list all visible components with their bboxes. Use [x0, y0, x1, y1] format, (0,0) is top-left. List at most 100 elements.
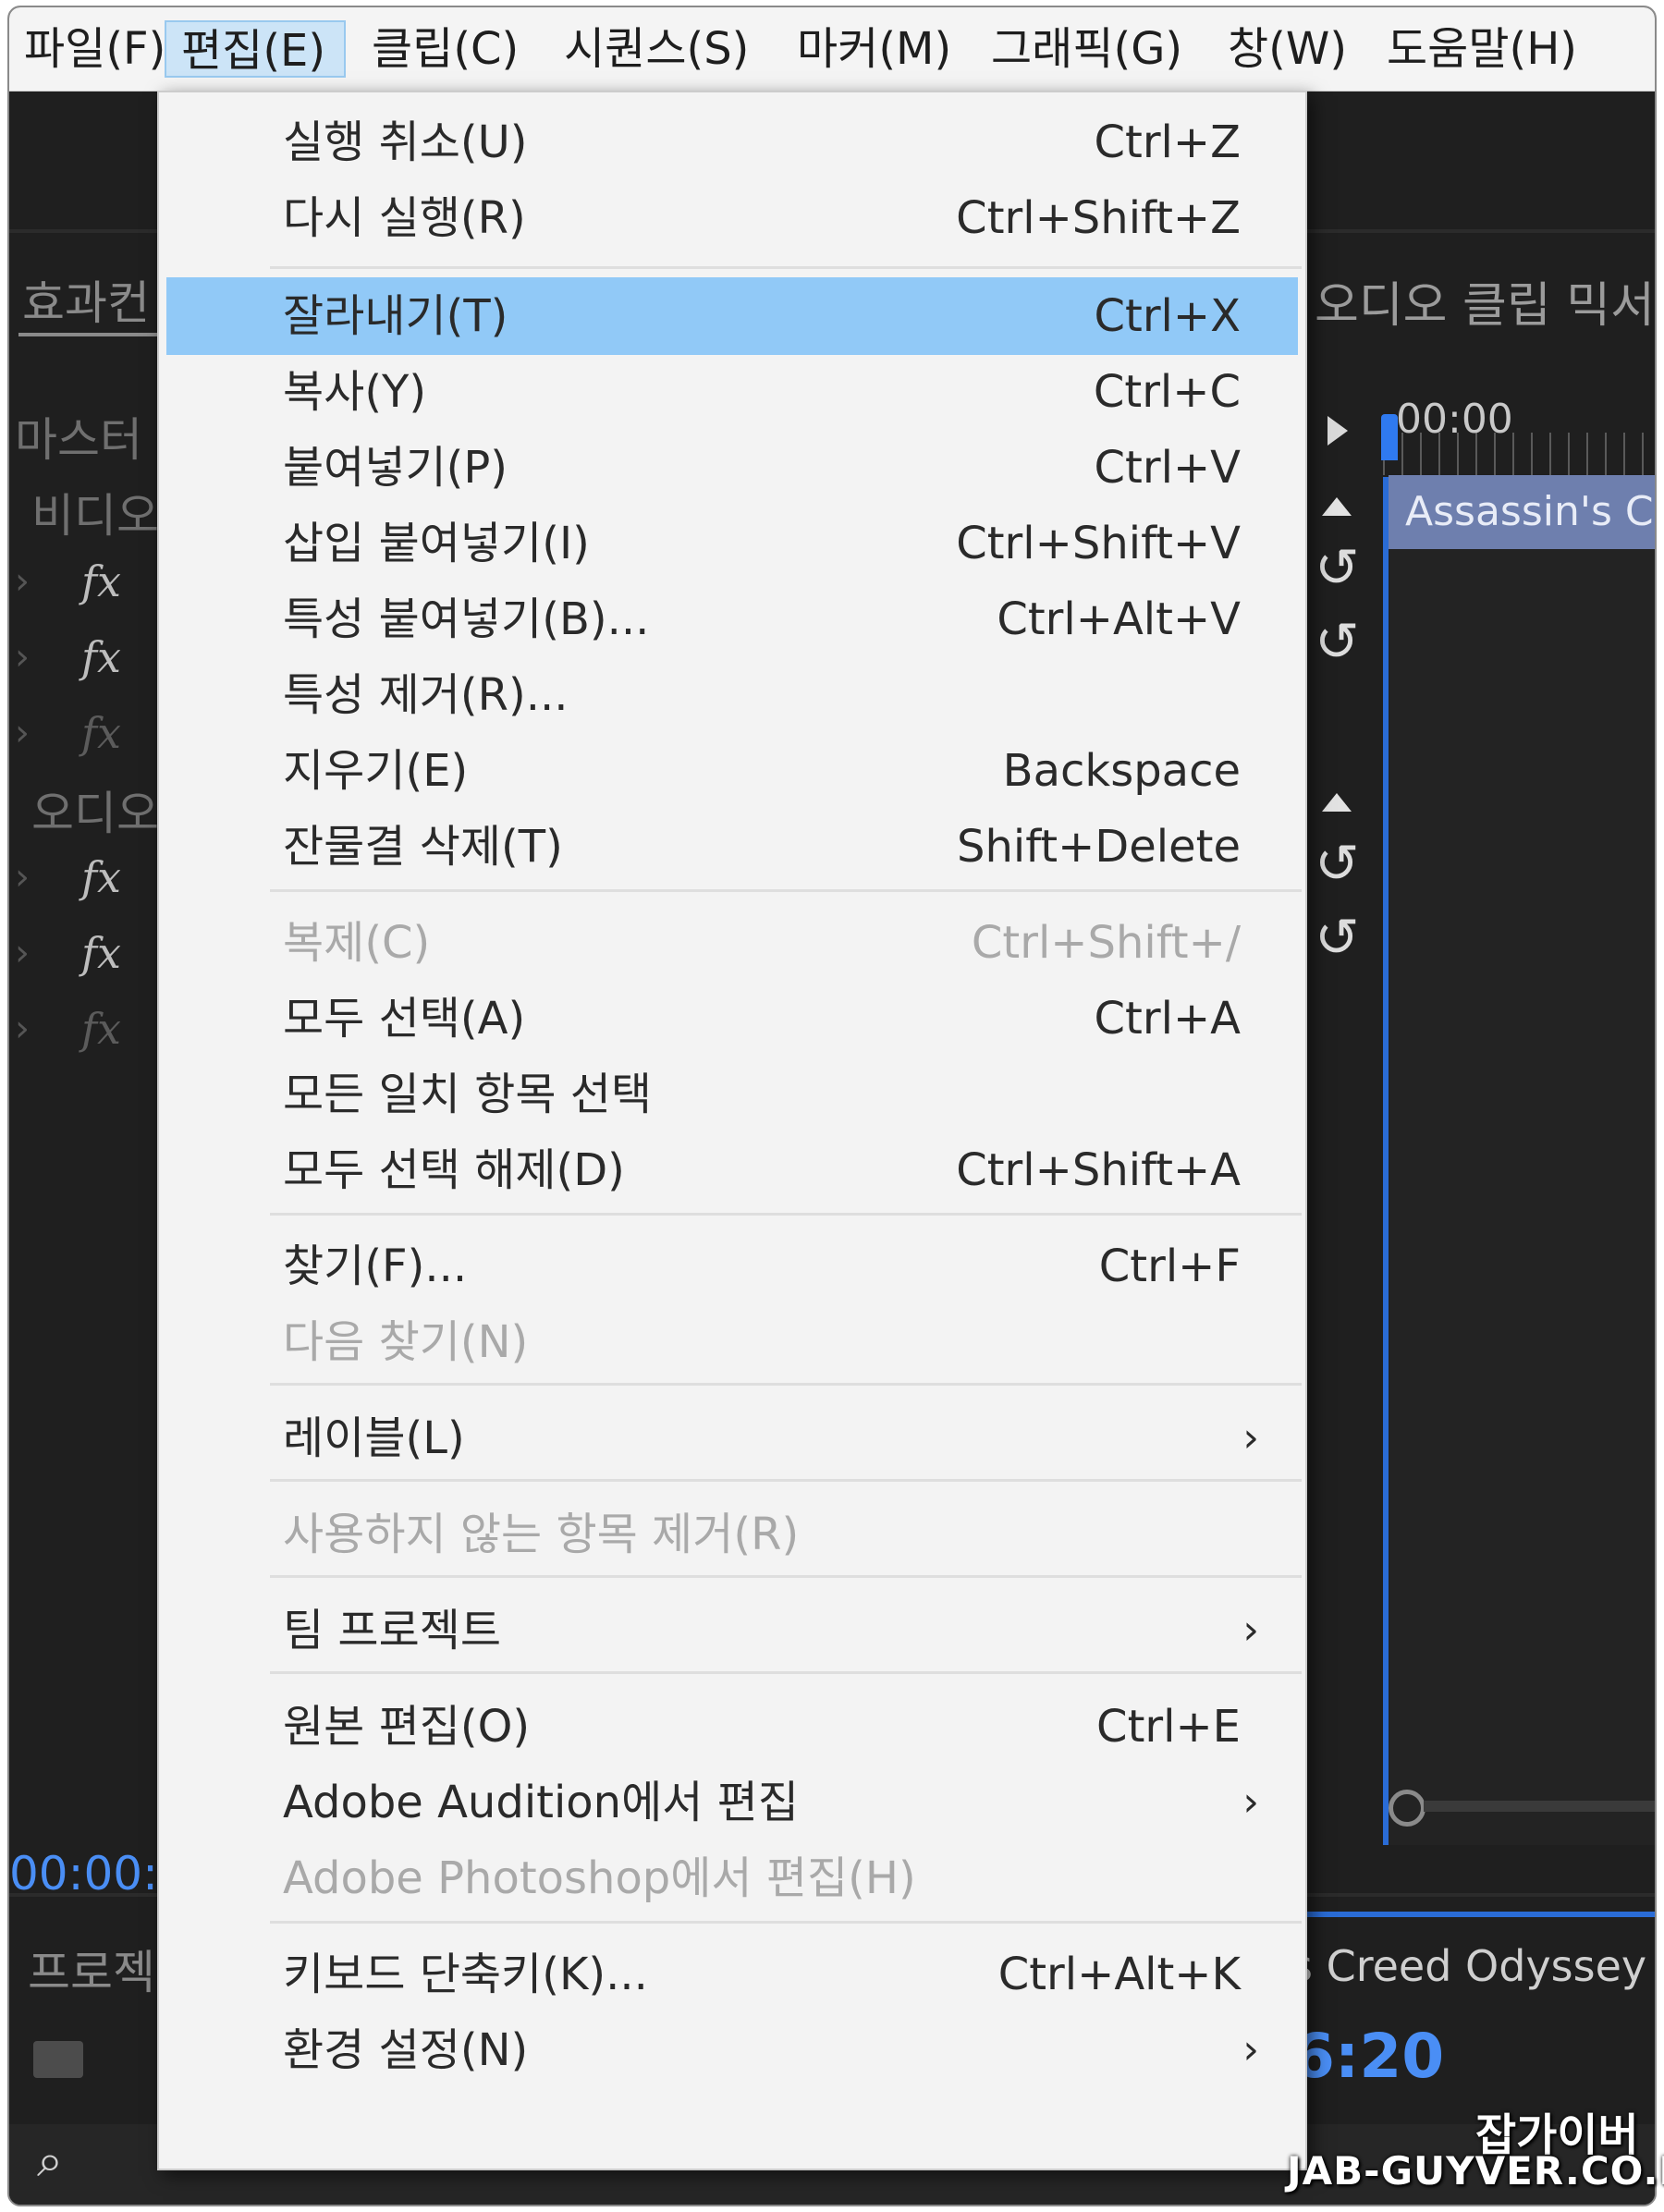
menu-item[interactable]: 팀 프로젝트 ›: [166, 1592, 1298, 1669]
tab-audio-clip-mixer[interactable]: 오디오 클립 믹서: [1315, 266, 1655, 336]
reset-icon[interactable]: ↺: [1315, 536, 1360, 599]
timeline-clip[interactable]: Assassin's Cre: [1389, 475, 1655, 549]
expand-chevron-icon[interactable]: ›: [15, 560, 30, 603]
zoom-handle[interactable]: [1389, 1790, 1425, 1827]
fx-icon: fx: [81, 708, 121, 758]
menu-item-label: Adobe Audition에서 편집: [283, 1777, 799, 1828]
menu-item[interactable]: 모두 선택 해제(D) Ctrl+Shift+A: [166, 1131, 1298, 1209]
menu-item-label: Adobe Photoshop에서 편집(H): [283, 1852, 916, 1904]
collapse-triangle-icon[interactable]: [1322, 497, 1352, 516]
reset-icon[interactable]: ↺: [1315, 906, 1360, 969]
menu-item[interactable]: 실행 취소(U) Ctrl+Z: [166, 104, 1298, 181]
play-icon[interactable]: [1328, 416, 1348, 446]
menu-item-label: 팀 프로젝트: [283, 1605, 502, 1656]
menu-item-label: 붙여넣기(P): [283, 442, 508, 494]
fx-icon: fx: [81, 556, 121, 606]
menu-item-shortcut: Ctrl+Shift+Z: [956, 192, 1241, 244]
time-ruler[interactable]: [1383, 433, 1655, 475]
menu-item-label: 환경 설정(N): [283, 2024, 529, 2076]
menu-item[interactable]: 붙여넣기(P) Ctrl+V: [166, 429, 1298, 507]
menu-sequence[interactable]: 시퀀스(S): [549, 20, 767, 78]
expand-chevron-icon[interactable]: ›: [15, 712, 30, 754]
menu-item-label: 찾기(F)...: [283, 1240, 468, 1292]
reset-icon[interactable]: ↺: [1315, 610, 1360, 673]
menu-separator: [270, 1213, 1302, 1216]
expand-chevron-icon[interactable]: ›: [15, 636, 30, 678]
menu-item[interactable]: 지우기(E) Backspace: [166, 732, 1298, 810]
menu-item[interactable]: Adobe Audition에서 편집 ›: [166, 1764, 1298, 1841]
menu-item[interactable]: 잔물결 삭제(T) Shift+Delete: [166, 808, 1298, 886]
tab-effects-controls[interactable]: 효과컨: [22, 266, 150, 333]
video-label: 비디오: [31, 489, 159, 543]
menu-separator: [270, 1671, 1302, 1674]
menu-item-shortcut: Ctrl+X: [1094, 290, 1241, 342]
expand-chevron-icon[interactable]: ›: [15, 856, 30, 898]
menu-item-shortcut: Ctrl+E: [1096, 1701, 1241, 1753]
menu-item[interactable]: 찾기(F)... Ctrl+F: [166, 1228, 1298, 1305]
app-window: 효과컨 마스터 비디오 › fx › fx › fx 오디오 › fx › fx…: [7, 6, 1657, 2206]
menu-item-label: 모두 선택(A): [283, 993, 526, 1045]
menu-item: 사용하지 않는 항목 제거(R): [166, 1496, 1298, 1573]
menu-bar: 파일(F) 편집(E) 클립(C) 시퀀스(S) 마커(M) 그래픽(G) 창(W) 도움말(…: [9, 7, 1655, 92]
menu-item-label: 실행 취소(U): [283, 116, 528, 168]
watermark-url: JAB-GUYVER.CO.KR: [1287, 2148, 1664, 2194]
menu-item-label: 지우기(E): [283, 745, 469, 797]
menu-window[interactable]: 창(W): [1213, 20, 1355, 78]
menu-item[interactable]: 모든 일치 항목 선택: [166, 1056, 1298, 1133]
menu-item-label: 복제(C): [283, 917, 431, 969]
menu-graphics[interactable]: 그래픽(G): [976, 20, 1194, 78]
menu-item-label: 모두 선택 해제(D): [283, 1144, 625, 1196]
menu-marker[interactable]: 마커(M): [782, 20, 963, 78]
menu-item: Adobe Photoshop에서 편집(H): [166, 1839, 1298, 1917]
fx-icon: fx: [81, 1004, 121, 1054]
menu-item[interactable]: 복사(Y) Ctrl+C: [166, 353, 1298, 431]
menu-item[interactable]: 잘라내기(T) Ctrl+X: [166, 277, 1298, 355]
folder-icon[interactable]: [33, 2041, 83, 2078]
menu-item-shortcut: Ctrl+C: [1093, 366, 1241, 418]
menu-separator: [270, 266, 1302, 269]
search-icon[interactable]: ⌕: [37, 2133, 63, 2188]
menu-item[interactable]: 모두 선택(A) Ctrl+A: [166, 980, 1298, 1057]
menu-help[interactable]: 도움말(H): [1372, 20, 1586, 78]
fx-icon: fx: [81, 632, 121, 682]
sequence-name[interactable]: s Creed Odyssey (: [1291, 1941, 1655, 1991]
collapse-triangle-icon[interactable]: [1322, 793, 1352, 812]
playhead-timecode[interactable]: 6:20: [1292, 2021, 1444, 2092]
menu-item[interactable]: 다시 실행(R) Ctrl+Shift+Z: [166, 179, 1298, 257]
menu-item-shortcut: Ctrl+Z: [1094, 116, 1241, 168]
menu-item[interactable]: 환경 설정(N) ›: [166, 2011, 1298, 2089]
timeline-track-area[interactable]: [1383, 477, 1655, 1845]
menu-item-label: 복사(Y): [283, 366, 427, 418]
submenu-arrow-icon: ›: [1242, 1607, 1259, 1654]
menu-file[interactable]: 파일(F): [9, 20, 165, 78]
menu-item-label: 특성 제거(R)...: [283, 669, 569, 721]
menu-item-shortcut: Ctrl+Shift+/: [971, 917, 1241, 969]
submenu-arrow-icon: ›: [1242, 1778, 1259, 1826]
menu-item-shortcut: Shift+Delete: [956, 821, 1241, 873]
menu-item[interactable]: 특성 제거(R)...: [166, 656, 1298, 734]
menu-item-label: 삽입 붙여넣기(I): [283, 518, 590, 569]
menu-item: 다음 찾기(N): [166, 1303, 1298, 1381]
timeline-scrollbar[interactable]: [1424, 1801, 1655, 1812]
expand-chevron-icon[interactable]: ›: [15, 1008, 30, 1050]
expand-chevron-icon[interactable]: ›: [15, 932, 30, 974]
master-label: 마스터: [15, 413, 142, 467]
menu-clip[interactable]: 클립(C): [357, 20, 538, 78]
playhead-marker[interactable]: [1381, 414, 1398, 460]
menu-item[interactable]: 키보드 단축키(K)... Ctrl+Alt+K: [166, 1936, 1298, 2013]
fx-icon: fx: [81, 928, 121, 978]
menu-item-shortcut: Ctrl+Shift+V: [956, 518, 1241, 569]
reset-icon[interactable]: ↺: [1315, 832, 1360, 895]
menu-separator: [270, 1921, 1302, 1924]
menu-item-shortcut: Ctrl+A: [1094, 993, 1241, 1045]
menu-item-shortcut: Ctrl+Shift+A: [956, 1144, 1241, 1196]
audio-label: 오디오: [31, 787, 159, 840]
menu-item[interactable]: 삽입 붙여넣기(I) Ctrl+Shift+V: [166, 505, 1298, 582]
menu-edit[interactable]: 편집(E): [165, 20, 346, 78]
menu-item[interactable]: 레이블(L) ›: [166, 1399, 1298, 1477]
menu-item[interactable]: 원본 편집(O) Ctrl+E: [166, 1688, 1298, 1766]
menu-separator: [270, 889, 1302, 892]
menu-item-label: 잔물결 삭제(T): [283, 821, 563, 873]
menu-item[interactable]: 특성 붙여넣기(B)... Ctrl+Alt+V: [166, 580, 1298, 658]
tab-project[interactable]: 프로젝: [28, 1936, 155, 2002]
